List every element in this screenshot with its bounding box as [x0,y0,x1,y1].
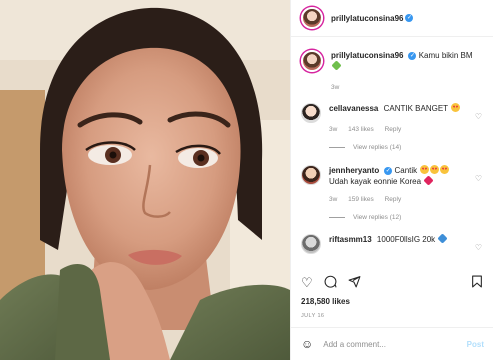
blue-heart-icon [437,233,449,244]
comment-username[interactable]: cellavanessa [329,104,378,113]
emoji-picker-icon[interactable]: ☺ [301,337,313,351]
caption-text: Kamu bikin BM [418,51,473,60]
verified-badge-icon: ✓ [408,51,417,60]
replies-divider [329,217,345,218]
verified-badge-icon: ✓ [405,14,414,22]
comment-text: CANTIK BANGET [383,104,448,113]
heart-eyes-emoji-icon [451,103,461,112]
comment-item: riftasmm13 1000F0llsIG 20k ♡ [301,233,484,254]
comment-item: cellavanessa CANTIK BANGET 3w 143 likes … [301,103,484,133]
comment-input[interactable] [323,339,467,349]
post-header: prillylatuconsina96 ✓ [291,0,493,37]
action-bar: ♡ [301,272,483,292]
caption-time[interactable]: 3w [331,84,339,91]
likes-count[interactable]: 218,580 likes [301,297,350,306]
view-replies-button[interactable]: View replies (12) [329,214,484,221]
comment-like-heart-icon[interactable]: ♡ [475,174,482,183]
heart-icon[interactable]: ♡ [301,276,313,289]
comment-time[interactable]: 3w [329,126,337,133]
reply-button[interactable]: Reply [385,126,402,133]
comment-icon[interactable] [324,275,337,290]
reply-button[interactable]: Reply [385,196,402,203]
commenter-avatar[interactable] [301,165,321,185]
caption-avatar[interactable] [301,50,323,72]
view-replies-button[interactable]: View replies (14) [329,144,484,151]
caption-username[interactable]: prillylatuconsina96 [331,51,403,60]
bookmark-icon[interactable] [471,275,483,290]
portrait-image [0,0,290,360]
heart-eyes-emoji-icon [420,165,430,174]
comment-time[interactable]: 3w [329,196,337,203]
caption: prillylatuconsina96 ✓ Kamu bikin BM 3w [301,50,484,91]
comment-username[interactable]: riftasmm13 [329,235,372,244]
comment-text: 1000F0llsIG 20k [376,235,436,244]
share-icon[interactable] [348,275,361,290]
heart-eyes-emoji-icon [440,165,450,174]
verified-badge-icon: ✓ [384,166,393,175]
author-avatar[interactable] [301,7,323,29]
comment-text-line2: Udah kayak eonnie Korea [329,177,422,186]
add-comment-bar: ☺ Post [291,327,493,360]
comment-like-heart-icon[interactable]: ♡ [475,112,482,121]
green-heart-icon [331,60,342,71]
heart-eyes-emoji-icon [430,165,440,174]
post-side-panel: prillylatuconsina96 ✓ prillylatuconsina9… [290,0,493,360]
red-heart-icon [423,175,434,186]
post-date[interactable]: JULY 16 [301,313,324,319]
post-photo[interactable] [0,0,290,360]
comment-text-line1: Cantik [394,166,418,175]
commenter-avatar[interactable] [301,103,321,123]
comment-likes[interactable]: 159 likes [348,196,374,203]
comments-list[interactable]: prillylatuconsina96 ✓ Kamu bikin BM 3w ce… [291,38,493,264]
post-button[interactable]: Post [467,340,484,349]
comment-likes[interactable]: 143 likes [348,126,374,133]
author-username[interactable]: prillylatuconsina96 [331,14,403,23]
commenter-avatar[interactable] [301,234,321,254]
comment-like-heart-icon[interactable]: ♡ [475,243,482,252]
comment-username[interactable]: jennheryanto [329,166,379,175]
comment-item: jennheryanto ✓ Cantik Udah kayak eonnie K… [301,165,484,203]
replies-divider [329,147,345,148]
